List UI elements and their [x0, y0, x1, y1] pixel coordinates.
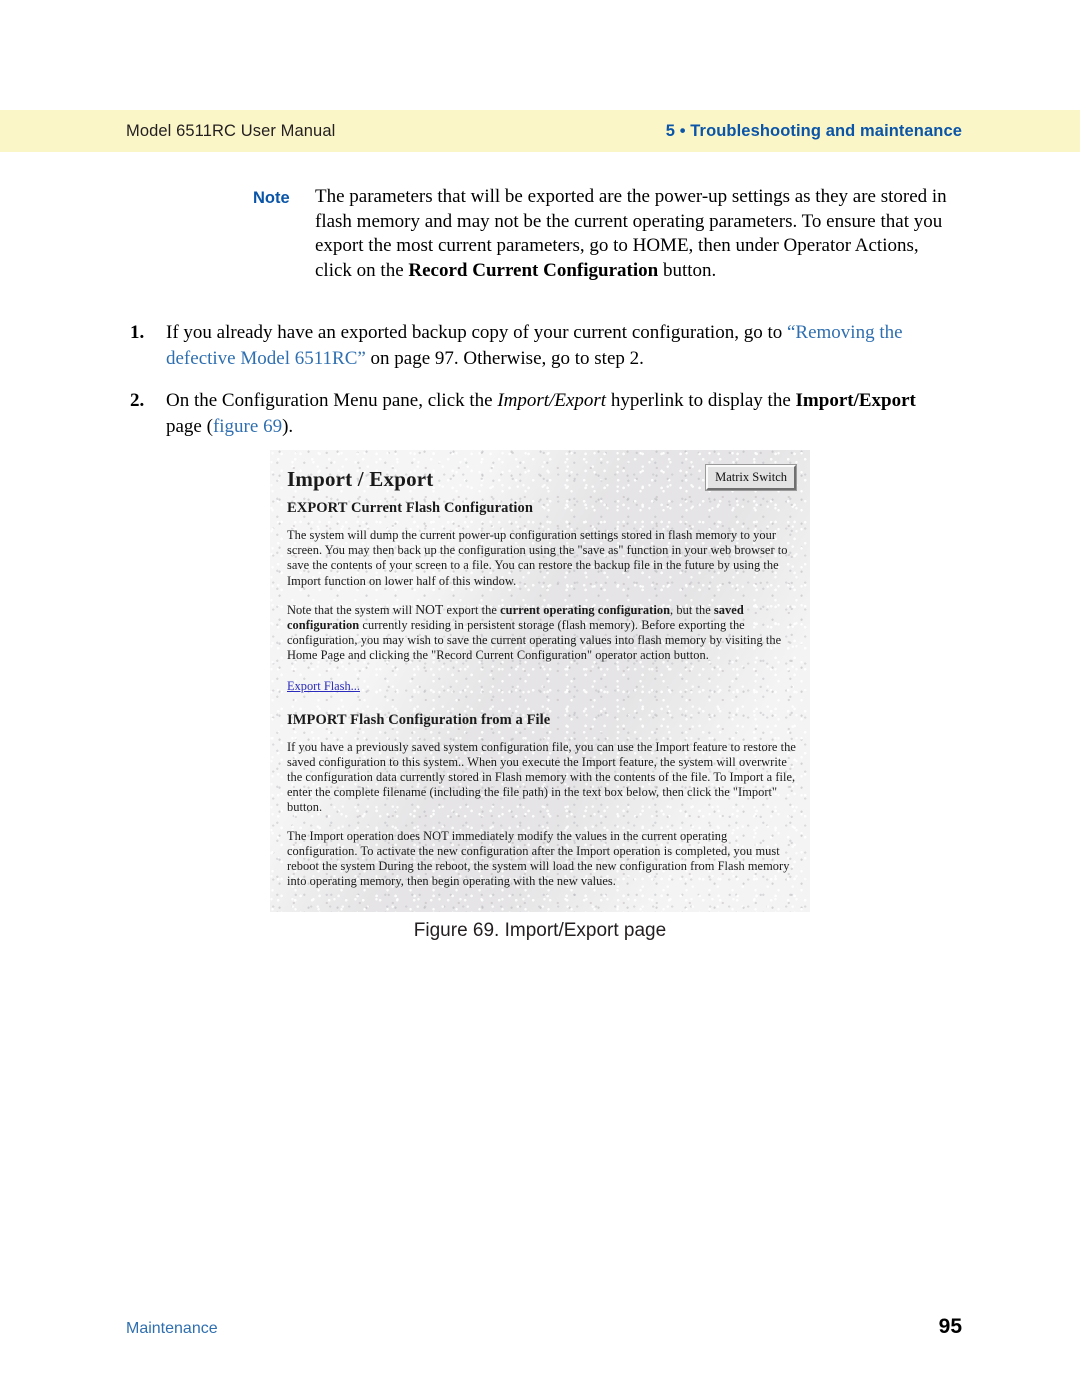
- procedure-steps: 1. If you already have an exported backu…: [126, 320, 956, 456]
- export-p2-bold-1: current operating configuration: [500, 602, 671, 617]
- note-label: Note: [253, 189, 290, 207]
- step-item: 2. On the Configuration Menu pane, click…: [126, 388, 956, 439]
- step1-text-part1: If you already have an exported backup c…: [166, 322, 787, 343]
- step-text: If you already have an exported backup c…: [166, 320, 956, 371]
- export-p2-not: NOT: [415, 601, 444, 617]
- export-p2-c: , but the: [670, 602, 714, 617]
- step-item: 1. If you already have an exported backu…: [126, 320, 956, 371]
- import-section-heading: IMPORT Flash Configuration from a File: [287, 711, 551, 728]
- export-flash-link[interactable]: Export Flash...: [287, 679, 360, 694]
- header-chapter-title: 5 • Troubleshooting and maintenance: [665, 121, 962, 140]
- export-p2-d: currently residing in persistent storage…: [287, 618, 782, 663]
- step2-text-part4: ).: [282, 415, 294, 437]
- step2-bold-run: Import/Export: [795, 390, 916, 411]
- note-body: The parameters that will be exported are…: [315, 185, 953, 283]
- step-number: 1.: [130, 322, 145, 343]
- note-block: Note The parameters that will be exporte…: [253, 185, 953, 283]
- header-manual-title: Model 6511RC User Manual: [126, 121, 336, 140]
- export-section-heading: EXPORT Current Flash Configuration: [287, 500, 534, 516]
- step2-figure-link[interactable]: figure 69: [213, 416, 282, 437]
- import-paragraph-2: The Import operation does NOT immediatel…: [287, 828, 790, 889]
- step2-text-part1: On the Configuration Menu pane, click th…: [166, 390, 498, 411]
- matrix-switch-button[interactable]: Matrix Switch: [705, 464, 797, 491]
- export-paragraph-1: The system will dump the current power-u…: [287, 528, 788, 588]
- page-footer: Maintenance 95: [0, 1315, 1080, 1339]
- import-paragraph-1: If you have a previously saved system co…: [287, 739, 796, 815]
- note-text-part2: button.: [658, 259, 717, 281]
- footer-page-number: 95: [938, 1315, 962, 1338]
- step-number: 2.: [130, 390, 145, 411]
- figure-69: Import / Export Matrix Switch EXPORT Cur…: [270, 450, 810, 912]
- import-export-web-page: Import / Export Matrix Switch EXPORT Cur…: [270, 450, 810, 912]
- page-running-header: Model 6511RC User Manual 5 • Troubleshoo…: [0, 110, 1080, 152]
- step-text: On the Configuration Menu pane, click th…: [166, 388, 956, 439]
- export-p2-b: export the: [443, 602, 501, 617]
- step2-italic-run: Import/Export: [497, 390, 607, 411]
- export-p2-a: Note that the system will: [287, 602, 416, 617]
- step2-text-part3: page (: [166, 415, 213, 437]
- figure-caption: Figure 69. Import/Export page: [413, 920, 667, 941]
- footer-section-label: Maintenance: [126, 1320, 218, 1337]
- export-paragraph-2: Note that the system will NOT export the…: [287, 602, 796, 664]
- step1-text-part2: on page 97. Otherwise, go to step 2.: [365, 347, 644, 369]
- step2-text-part2: hyperlink to display the: [606, 390, 796, 411]
- note-bold-run: Record Current Configuration: [408, 259, 659, 281]
